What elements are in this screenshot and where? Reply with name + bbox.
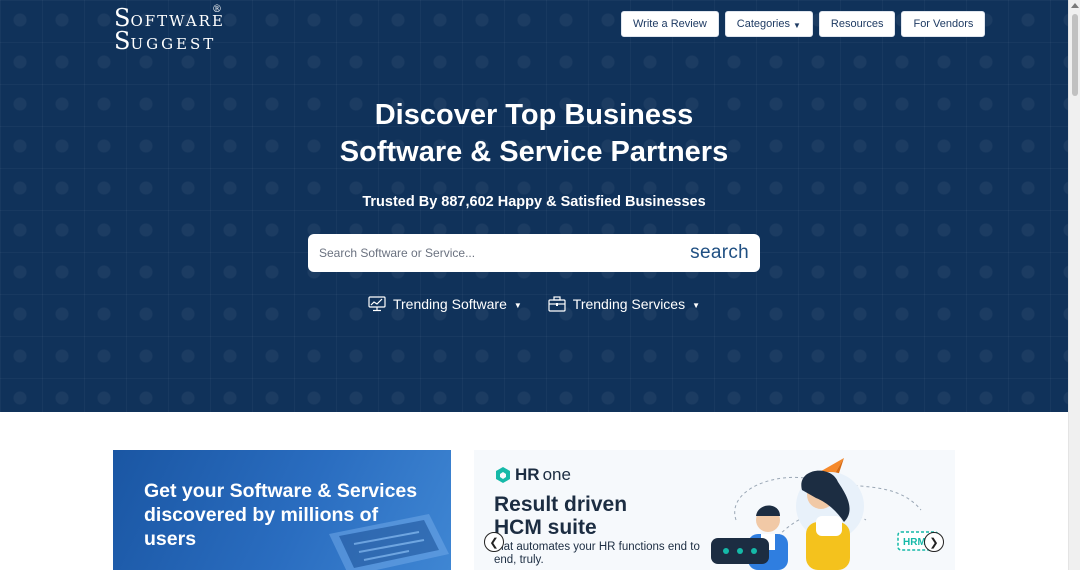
ad-banner[interactable]: HR one Result driven HCM suite that autom… bbox=[474, 450, 955, 570]
promo-text: Get your Software & Services discovered … bbox=[144, 480, 418, 550]
for-vendors-button[interactable]: For Vendors bbox=[901, 11, 986, 37]
hero-title-line1: Discover Top Business bbox=[374, 99, 694, 131]
logo-initial-s-2: S bbox=[114, 27, 131, 55]
people-illustration-icon: HRMS bbox=[711, 458, 939, 570]
chevron-left-icon: ❮ bbox=[489, 536, 499, 549]
software-suggest-logo[interactable]: SOFTWARE SUGGEST ® bbox=[114, 4, 225, 55]
top-nav: Write a Review Categories ▼ Resources For… bbox=[621, 11, 986, 37]
hrone-logo: HR one bbox=[494, 465, 571, 485]
hero-subtitle: Trusted By 887,602 Happy & Satisfied Bus… bbox=[362, 194, 706, 210]
logo-word-uggest: UGGEST bbox=[130, 35, 217, 53]
hero-title-line2: Software & Service Partners bbox=[339, 136, 729, 168]
write-review-button[interactable]: Write a Review bbox=[621, 11, 719, 37]
chevron-down-icon: ▼ bbox=[513, 300, 522, 310]
search-bar: search bbox=[308, 234, 760, 272]
categories-dropdown[interactable]: Categories ▼ bbox=[724, 11, 813, 37]
resources-label: Resources bbox=[830, 18, 884, 30]
chevron-down-icon: ▼ bbox=[692, 300, 701, 310]
trending-software-dropdown[interactable]: Trending Software ▼ bbox=[368, 296, 522, 312]
trending-software-label: Trending Software bbox=[392, 296, 507, 312]
chevron-right-icon: ❯ bbox=[929, 536, 939, 549]
monitor-chart-icon bbox=[368, 296, 386, 312]
banner-headline: Result driven HCM suite bbox=[494, 493, 627, 539]
categories-label: Categories bbox=[736, 18, 790, 30]
promo-card[interactable]: Get your Software & Services discovered … bbox=[113, 450, 451, 570]
briefcase-icon bbox=[548, 296, 566, 312]
banner-headline-line2: HCM suite bbox=[494, 516, 597, 539]
carousel-prev-button[interactable]: ❮ bbox=[484, 532, 504, 552]
trending-links: Trending Software ▼ Trending Services ▼ bbox=[0, 296, 1068, 312]
logo-word-oftware: OFTWARE bbox=[130, 12, 225, 30]
search-input[interactable] bbox=[308, 234, 691, 272]
write-review-label: Write a Review bbox=[633, 18, 707, 30]
registered-mark: ® bbox=[212, 4, 222, 15]
hero-section: SOFTWARE SUGGEST ® Write a Review Catego… bbox=[0, 0, 1068, 412]
hrone-brand-one: one bbox=[542, 465, 571, 484]
chevron-down-icon: ▼ bbox=[792, 20, 801, 30]
resources-button[interactable]: Resources bbox=[818, 11, 896, 37]
trending-services-label: Trending Services bbox=[572, 296, 686, 312]
search-button[interactable]: search bbox=[690, 242, 760, 264]
hero-title: Discover Top Business Software & Service… bbox=[0, 97, 1068, 171]
banner-body: that automates your HR functions end to … bbox=[494, 541, 700, 566]
page: SOFTWARE SUGGEST ® Write a Review Catego… bbox=[0, 0, 1080, 570]
trending-services-dropdown[interactable]: Trending Services ▼ bbox=[548, 296, 700, 312]
banner-headline-line1: Result driven bbox=[494, 493, 628, 516]
hrone-mark-icon bbox=[496, 467, 510, 483]
hrone-brand-hr: HR bbox=[515, 465, 540, 484]
for-vendors-label: For Vendors bbox=[913, 18, 974, 30]
scroll-up-arrow-icon[interactable] bbox=[1071, 3, 1079, 8]
page-scrollbar[interactable] bbox=[1068, 0, 1080, 570]
scroll-thumb[interactable] bbox=[1072, 14, 1078, 96]
carousel-next-button[interactable]: ❯ bbox=[924, 532, 944, 552]
